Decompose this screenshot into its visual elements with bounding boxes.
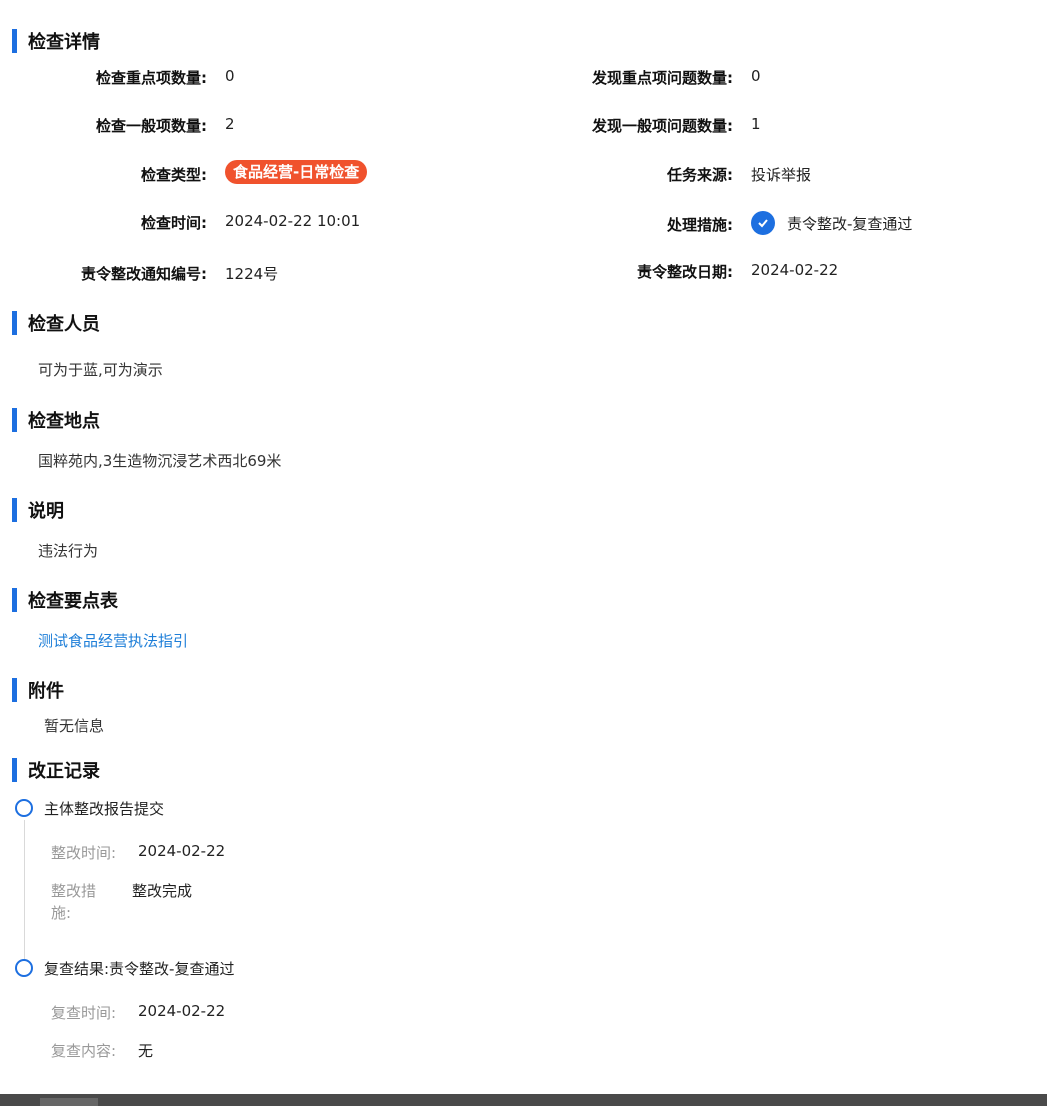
section-title-text: 检查详情 [28,32,100,53]
timeline-item-title: 复查结果:责令整改-复查通过 [44,960,235,978]
key-issues-label: 发现重点项问题数量: [592,69,733,87]
section-title-text: 附件 [28,681,64,702]
section-bar [12,311,17,335]
inspection-type-tag: 食品经营-日常检查 [225,160,368,184]
section-title-text: 说明 [28,501,64,522]
location-value: 国粹苑内,3生造物沉浸艺术西北69米 [38,452,282,470]
rectify-time-value: 2024-02-22 [138,842,226,860]
section-title-text: 检查要点表 [28,591,118,612]
review-content-value: 无 [138,1042,154,1060]
key-issues-value: 0 [751,67,761,85]
inspection-time-label: 检查时间: [141,214,207,232]
measure-value: 责令整改-复查通过 [751,211,912,235]
section-title-correction-records: 改正记录 [12,757,100,783]
timeline-dot-icon [15,959,33,977]
section-title-attachments: 附件 [12,677,64,703]
inspection-type-value: 食品经营-日常检查 [225,160,368,184]
attachments-value: 暂无信息 [44,717,105,735]
review-time-value: 2024-02-22 [138,1002,226,1020]
section-bar [12,588,17,612]
section-bar [12,29,17,53]
task-source-label: 任务来源: [667,166,733,184]
timeline-dot-icon [15,799,33,817]
section-bar [12,498,17,522]
section-title-location: 检查地点 [12,407,100,433]
general-issues-value: 1 [751,115,761,133]
rectify-measure-value: 整改完成 [132,882,193,900]
section-title-inspectors: 检查人员 [12,310,100,336]
section-title-text: 检查地点 [28,411,100,432]
section-bar [12,678,17,702]
rectify-measure-label-line2: 施: [51,904,72,922]
general-items-count-value: 2 [225,115,235,133]
description-value: 违法行为 [38,542,99,560]
measure-text: 责令整改-复查通过 [787,214,913,233]
inspection-type-label: 检查类型: [141,166,207,184]
inspection-time-value: 2024-02-22 10:01 [225,212,361,230]
section-title-details: 检查详情 [12,28,100,54]
notice-number-value: 1224号 [225,265,279,283]
checklist-link[interactable]: 测试食品经营执法指引 [38,630,188,651]
section-bar [12,408,17,432]
horizontal-scrollbar[interactable] [0,1094,1047,1106]
rectify-date-value: 2024-02-22 [751,261,839,279]
notice-number-label: 责令整改通知编号: [81,265,207,283]
check-circle-icon [751,211,775,235]
rectify-measure-label: 整改措 施: [51,880,96,924]
review-time-label: 复查时间: [51,1004,117,1022]
measure-label: 处理措施: [667,216,733,234]
rectify-time-label: 整改时间: [51,844,117,862]
general-items-count-label: 检查一般项数量: [96,117,207,135]
rectify-measure-label-line1: 整改措 [51,882,97,900]
rectify-date-label: 责令整改日期: [637,263,733,281]
key-items-count-label: 检查重点项数量: [96,69,207,87]
timeline-line [24,820,25,960]
general-issues-label: 发现一般项问题数量: [592,117,733,135]
section-title-text: 改正记录 [28,761,100,782]
review-content-label: 复查内容: [51,1042,117,1060]
scrollbar-thumb[interactable] [40,1098,98,1106]
section-title-text: 检查人员 [28,314,100,335]
key-items-count-value: 0 [225,67,235,85]
timeline-item-title: 主体整改报告提交 [44,800,165,818]
section-title-description: 说明 [12,497,64,523]
section-title-checklist: 检查要点表 [12,587,118,613]
task-source-value: 投诉举报 [751,166,812,184]
inspectors-value: 可为于蓝,可为演示 [38,361,163,379]
section-bar [12,758,17,782]
